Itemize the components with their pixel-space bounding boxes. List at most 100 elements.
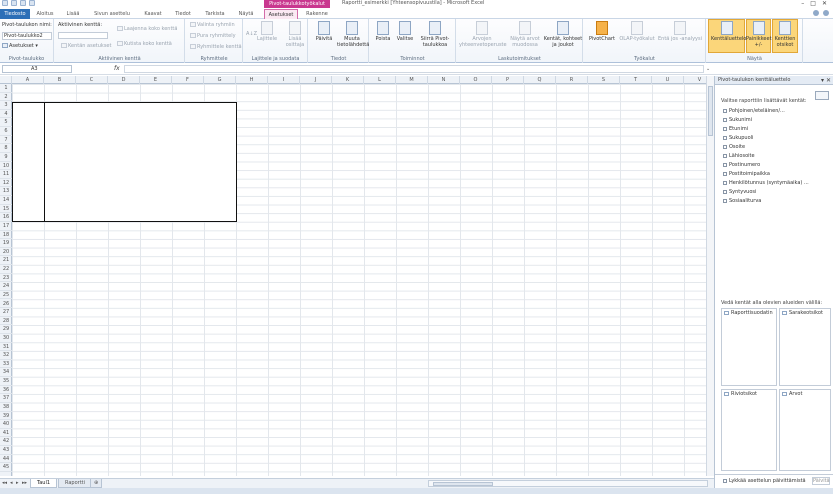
- row-header[interactable]: 12: [0, 179, 12, 188]
- row-header[interactable]: 26: [0, 300, 12, 309]
- field-item[interactable]: Etunimi: [723, 125, 831, 134]
- minimize-button[interactable]: –: [801, 0, 804, 7]
- prev-sheet-button[interactable]: ◂: [10, 480, 13, 486]
- maximize-button[interactable]: □: [810, 0, 816, 7]
- row-header[interactable]: 40: [0, 420, 12, 429]
- column-header[interactable]: K: [332, 76, 364, 84]
- column-header[interactable]: Q: [524, 76, 556, 84]
- row-header[interactable]: 1: [0, 84, 12, 93]
- redo-icon[interactable]: [29, 0, 35, 6]
- row-header[interactable]: 41: [0, 429, 12, 438]
- row-header[interactable]: 16: [0, 213, 12, 222]
- pivot-table-placeholder[interactable]: [12, 102, 237, 222]
- column-labels-area[interactable]: Sarakeotsikot: [779, 308, 831, 386]
- row-header[interactable]: 29: [0, 325, 12, 334]
- column-header[interactable]: A: [12, 76, 44, 84]
- row-header[interactable]: 9: [0, 153, 12, 162]
- column-header[interactable]: H: [236, 76, 268, 84]
- row-header[interactable]: 32: [0, 351, 12, 360]
- select-button[interactable]: Valitse: [392, 21, 418, 42]
- sheet-tab-raportti[interactable]: Raportti: [58, 479, 93, 488]
- checkbox[interactable]: [723, 478, 727, 483]
- column-header[interactable]: J: [300, 76, 332, 84]
- change-data-source-button[interactable]: Muuta tietolähdettä: [337, 21, 369, 48]
- collapse-field-button[interactable]: Kutista koko kenttä: [117, 41, 172, 47]
- select-all-corner[interactable]: [0, 76, 12, 84]
- row-header[interactable]: 38: [0, 403, 12, 412]
- field-checkbox[interactable]: [723, 180, 727, 185]
- buttons-toggle[interactable]: Painikkeet +/-: [746, 21, 772, 48]
- ungroup-button[interactable]: Pura ryhmittely: [190, 33, 236, 39]
- summarize-values-button[interactable]: Arvojen yhteenvetoperuste: [459, 21, 507, 48]
- tab-file[interactable]: Tiedosto: [0, 9, 30, 19]
- group-selection-button[interactable]: Valinta ryhmiin: [190, 22, 235, 28]
- formula-input[interactable]: [124, 65, 704, 73]
- values-area[interactable]: Arvot: [779, 389, 831, 471]
- pivot-options-button[interactable]: Asetukset ▾: [2, 43, 38, 49]
- field-list-toggle[interactable]: Kenttäluettelo: [711, 21, 746, 42]
- olap-tools-button[interactable]: OLAP-työkalut: [618, 21, 656, 42]
- tab-review[interactable]: Tarkista: [200, 9, 230, 19]
- column-header[interactable]: O: [460, 76, 492, 84]
- row-header[interactable]: 30: [0, 334, 12, 343]
- tab-design[interactable]: Rakenne: [302, 9, 332, 19]
- row-header[interactable]: 45: [0, 463, 12, 472]
- pivot-name-input[interactable]: Pivot-taulukko2: [2, 32, 52, 40]
- column-header[interactable]: L: [364, 76, 396, 84]
- field-checkbox[interactable]: [723, 153, 727, 158]
- column-header[interactable]: I: [268, 76, 300, 84]
- field-item[interactable]: Henkilötunnus (syntymäaika) ...: [723, 179, 831, 188]
- row-header[interactable]: 6: [0, 127, 12, 136]
- field-item[interactable]: Sosiaaliturva: [723, 197, 831, 206]
- field-item[interactable]: Syntyvuosi: [723, 188, 831, 197]
- column-header[interactable]: V: [684, 76, 706, 84]
- row-header[interactable]: 25: [0, 291, 12, 300]
- column-header[interactable]: U: [652, 76, 684, 84]
- row-header[interactable]: 23: [0, 274, 12, 283]
- undo-icon[interactable]: [20, 0, 26, 6]
- column-header[interactable]: T: [620, 76, 652, 84]
- row-labels-area[interactable]: Riviotsikot: [721, 389, 777, 471]
- row-header[interactable]: 5: [0, 118, 12, 128]
- row-header[interactable]: 10: [0, 162, 12, 171]
- column-header[interactable]: F: [172, 76, 204, 84]
- scroll-thumb[interactable]: [433, 482, 493, 486]
- field-item[interactable]: Osoite: [723, 143, 831, 152]
- move-pivot-button[interactable]: Siirrä Pivot-taulukkoa: [416, 21, 454, 48]
- row-header[interactable]: 22: [0, 265, 12, 274]
- tab-home[interactable]: Aloitus: [32, 9, 58, 19]
- tab-data[interactable]: Tiedot: [170, 9, 196, 19]
- insert-function-icon[interactable]: fx: [114, 65, 120, 72]
- refresh-button[interactable]: Päivitä: [311, 21, 337, 42]
- row-header[interactable]: 13: [0, 187, 12, 197]
- field-item[interactable]: Postitoimipaikka: [723, 170, 831, 179]
- field-item[interactable]: Sukupuoli: [723, 134, 831, 143]
- field-item[interactable]: Lähiosoite: [723, 152, 831, 161]
- update-button[interactable]: Päivitä: [812, 477, 830, 485]
- field-item[interactable]: Postinumero: [723, 161, 831, 170]
- sheet-tab-taul1[interactable]: Taul1: [30, 479, 58, 488]
- field-checkbox[interactable]: [723, 135, 727, 140]
- field-checkbox[interactable]: [723, 126, 727, 131]
- row-header[interactable]: 42: [0, 437, 12, 447]
- vertical-scrollbar[interactable]: [706, 76, 714, 476]
- column-header[interactable]: N: [428, 76, 460, 84]
- row-header[interactable]: 14: [0, 196, 12, 205]
- pivotchart-button[interactable]: PivotChart: [586, 21, 618, 42]
- new-sheet-icon[interactable]: ⊕: [90, 479, 103, 488]
- field-headers-toggle[interactable]: Kenttien otsikot: [772, 21, 798, 48]
- column-header[interactable]: C: [76, 76, 108, 84]
- row-header[interactable]: 31: [0, 343, 12, 352]
- row-header[interactable]: 7: [0, 136, 12, 145]
- field-item[interactable]: Pohjoinen/eteläinen/...: [723, 107, 831, 116]
- help-icon[interactable]: [823, 10, 829, 16]
- row-header[interactable]: 43: [0, 446, 12, 455]
- row-header[interactable]: 44: [0, 455, 12, 464]
- row-header[interactable]: 18: [0, 231, 12, 240]
- row-header[interactable]: 21: [0, 256, 12, 265]
- field-checkbox[interactable]: [723, 198, 727, 203]
- row-header[interactable]: 8: [0, 144, 12, 153]
- row-header[interactable]: 36: [0, 386, 12, 395]
- row-header[interactable]: 2: [0, 93, 12, 102]
- row-header[interactable]: 28: [0, 317, 12, 326]
